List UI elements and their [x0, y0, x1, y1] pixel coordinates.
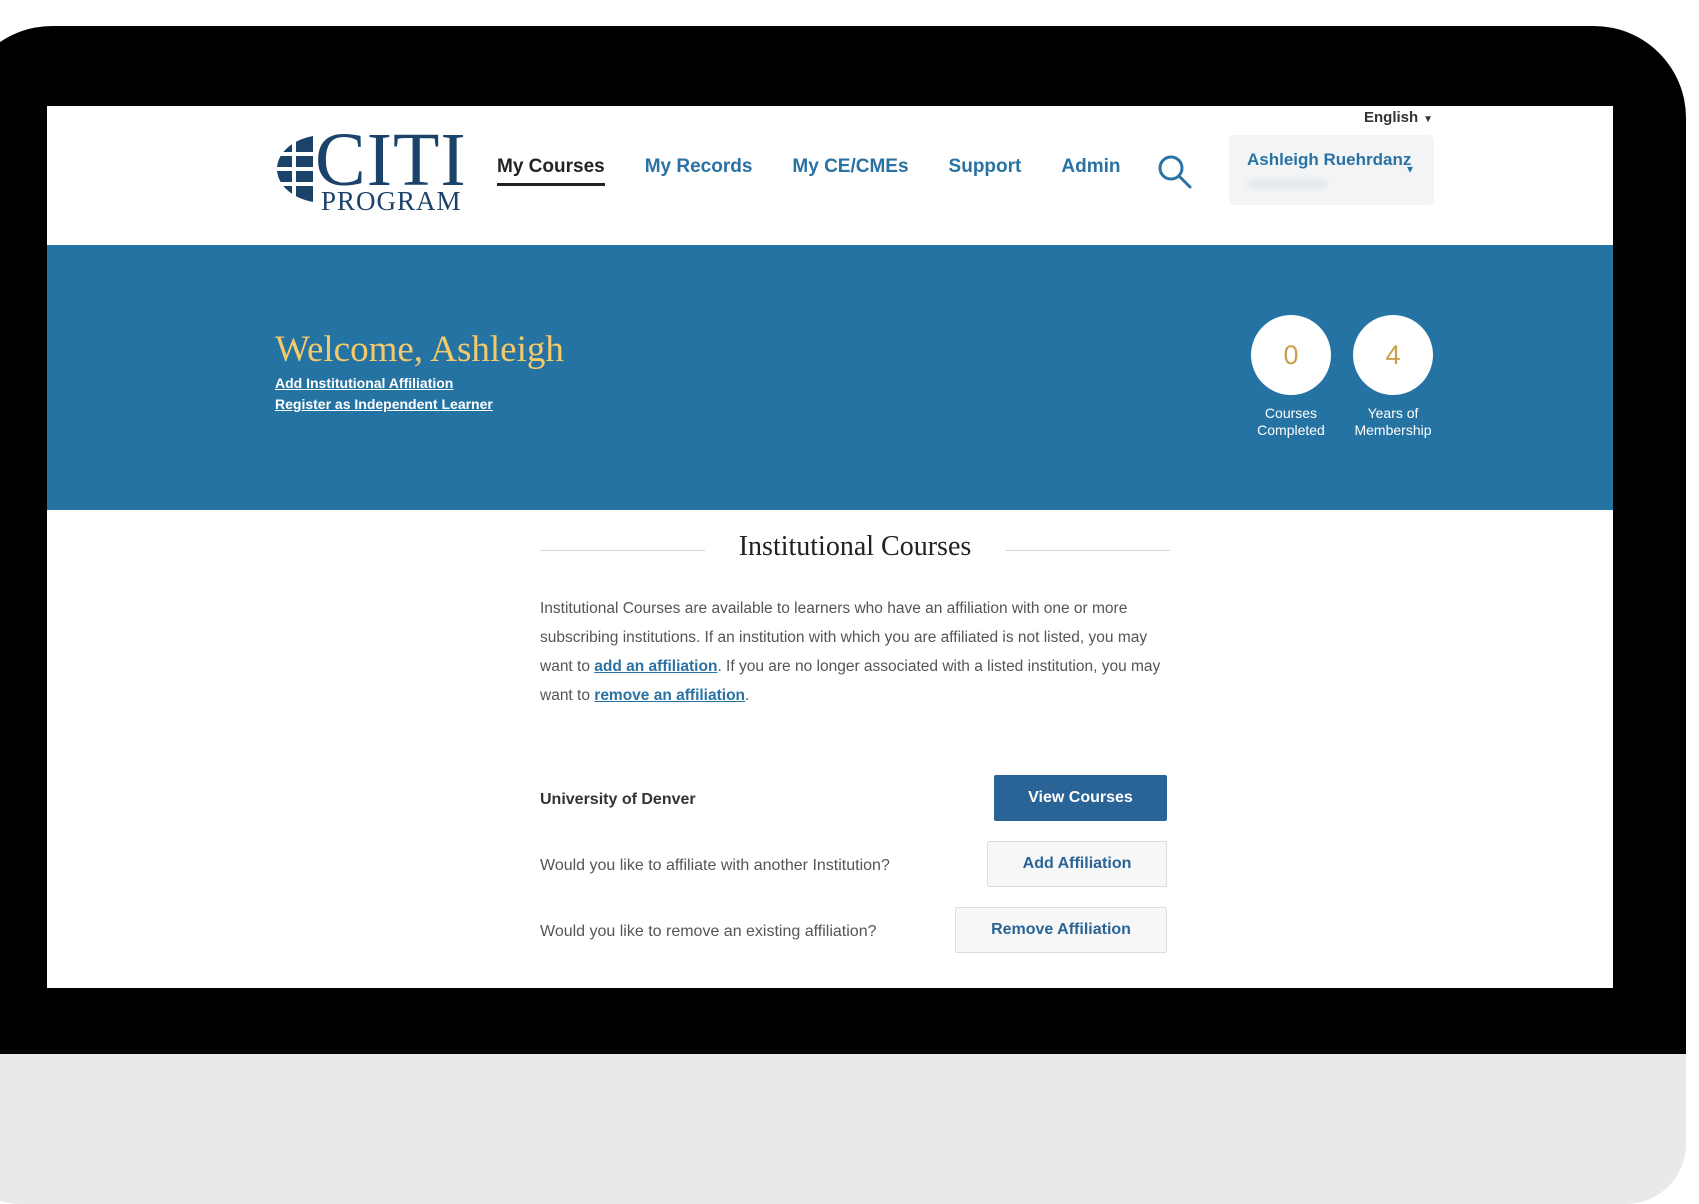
add-an-affiliation-link[interactable]: add an affiliation: [594, 658, 717, 675]
stat-label: Courses Completed: [1241, 405, 1341, 439]
search-icon[interactable]: [1157, 154, 1193, 190]
stat-label-line: Courses: [1264, 405, 1318, 421]
nav-my-ce-cmes[interactable]: My CE/CMEs: [792, 156, 908, 186]
citi-program-logo[interactable]: CITI PROGRAM: [275, 122, 466, 215]
remove-question: Would you like to remove an existing aff…: [540, 923, 877, 940]
language-selector[interactable]: English ▼: [1364, 109, 1433, 126]
section-description: Institutional Courses are available to l…: [540, 594, 1180, 710]
stat-label: Years of Membership: [1343, 405, 1443, 439]
section-title: Institutional Courses: [738, 531, 972, 562]
remove-affiliation-button[interactable]: Remove Affiliation: [955, 907, 1167, 953]
welcome-heading: Welcome, Ashleigh: [275, 329, 564, 370]
welcome-banner: Welcome, Ashleigh Add Institutional Affi…: [47, 245, 1613, 510]
stat-courses-completed: 0 Courses Completed: [1241, 315, 1341, 439]
caret-down-icon: ▼: [1423, 114, 1434, 125]
user-menu[interactable]: Ashleigh Ruehrdanz ▾: [1229, 135, 1434, 205]
browser-screen: English ▼ CITI PROGRAM My Courses My Reco…: [47, 106, 1613, 988]
add-affiliation-button[interactable]: Add Affiliation: [987, 841, 1167, 887]
chevron-down-icon: ▾: [1407, 162, 1414, 176]
globe-logo-icon: [275, 136, 315, 202]
title-divider-right: [1005, 550, 1170, 551]
language-label: English: [1364, 109, 1419, 126]
institution-name: University of Denver: [540, 791, 696, 808]
user-name: Ashleigh Ruehrdanz: [1247, 150, 1412, 169]
main-nav: My Courses My Records My CE/CMEs Support…: [497, 156, 1160, 186]
remove-an-affiliation-link[interactable]: remove an affiliation: [594, 687, 745, 704]
nav-support[interactable]: Support: [949, 156, 1022, 186]
add-institutional-affiliation-link[interactable]: Add Institutional Affiliation: [275, 375, 453, 391]
stat-label-line: Membership: [1354, 422, 1432, 438]
stat-years-of-membership: 4 Years of Membership: [1343, 315, 1443, 439]
nav-admin[interactable]: Admin: [1061, 156, 1120, 186]
user-id-redacted: [1247, 179, 1327, 189]
stat-label-line: Completed: [1257, 422, 1325, 438]
nav-my-records[interactable]: My Records: [645, 156, 753, 186]
nav-my-courses[interactable]: My Courses: [497, 156, 605, 186]
stat-value: 4: [1353, 315, 1433, 395]
logo-text-program: PROGRAM: [321, 186, 462, 216]
desc-text: .: [745, 687, 750, 704]
device-chin: [0, 1054, 1686, 1204]
stat-value: 0: [1251, 315, 1331, 395]
affiliate-question: Would you like to affiliate with another…: [540, 857, 890, 874]
stat-label-line: Years of: [1367, 405, 1419, 421]
site-header: English ▼ CITI PROGRAM My Courses My Reco…: [47, 106, 1613, 245]
view-courses-button[interactable]: View Courses: [994, 775, 1167, 821]
register-independent-learner-link[interactable]: Register as Independent Learner: [275, 396, 493, 412]
